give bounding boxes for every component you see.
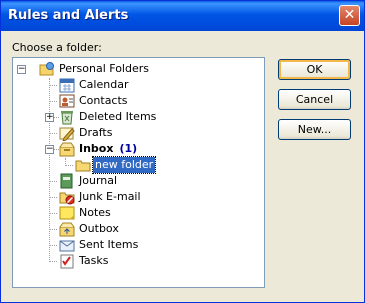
personal-folders-icon bbox=[39, 61, 55, 77]
new-button-label: New... bbox=[297, 123, 332, 136]
collapse-expander[interactable]: − bbox=[17, 65, 26, 74]
ok-button[interactable]: OK bbox=[278, 59, 351, 80]
tree-item-junk-email[interactable]: Junk E-mail bbox=[33, 189, 143, 205]
tree-line bbox=[50, 213, 57, 214]
new-folder-button[interactable]: New... bbox=[278, 119, 351, 140]
tree-item-notes[interactable]: Notes bbox=[33, 205, 113, 221]
tree-item-label: Outbox bbox=[79, 222, 119, 235]
folder-icon bbox=[75, 157, 91, 173]
tree-item-label: Personal Folders bbox=[59, 62, 149, 75]
tree-item-calendar[interactable]: Calendar bbox=[33, 77, 130, 93]
calendar-icon bbox=[59, 77, 75, 93]
tree-item-sent-items[interactable]: Sent Items bbox=[33, 237, 140, 253]
tree-item-label: Contacts bbox=[79, 94, 128, 107]
tree-item-label: Drafts bbox=[79, 126, 113, 139]
tree-item-contacts[interactable]: Contacts bbox=[33, 93, 130, 109]
tree-item-new-folder[interactable]: new folder bbox=[33, 156, 157, 174]
choose-folder-text: Choose a folder: bbox=[12, 41, 102, 54]
tree-item-label: Tasks bbox=[79, 254, 109, 267]
cancel-button[interactable]: Cancel bbox=[278, 89, 351, 110]
tree-item-personal-folders[interactable]: − Personal Folders bbox=[17, 61, 151, 77]
tree-item-journal[interactable]: Journal bbox=[33, 173, 119, 189]
tree-line bbox=[50, 101, 57, 102]
close-button[interactable]: ✕ bbox=[339, 5, 360, 26]
tree-item-label: Journal bbox=[79, 174, 118, 187]
folder-tree[interactable]: − Personal Folders Calendar Contacts + D… bbox=[12, 57, 265, 288]
unread-count-badge: (1) bbox=[119, 142, 138, 155]
tree-line bbox=[66, 165, 73, 166]
title-bar[interactable]: Rules and Alerts ✕ bbox=[1, 1, 364, 31]
tree-item-label: Calendar bbox=[79, 78, 129, 91]
close-icon: ✕ bbox=[343, 7, 356, 23]
drafts-icon bbox=[59, 125, 75, 142]
tree-line bbox=[50, 85, 57, 86]
cancel-button-label: Cancel bbox=[295, 93, 334, 106]
tree-item-label: Inbox bbox=[79, 142, 114, 155]
tree-item-label: Notes bbox=[79, 206, 111, 219]
junk-email-icon bbox=[59, 189, 75, 205]
tree-item-tasks[interactable]: Tasks bbox=[33, 253, 110, 269]
tree-line bbox=[50, 245, 57, 246]
tree-item-deleted-items[interactable]: + Deleted Items bbox=[17, 109, 158, 125]
tree-item-label: Junk E-mail bbox=[79, 190, 141, 203]
inbox-icon bbox=[59, 141, 75, 157]
tree-item-label: Sent Items bbox=[79, 238, 139, 251]
tree-item-inbox[interactable]: − Inbox (1) bbox=[17, 141, 137, 157]
tree-line bbox=[50, 133, 57, 134]
expand-expander[interactable]: + bbox=[45, 113, 54, 122]
outbox-icon bbox=[59, 221, 75, 237]
tree-line bbox=[50, 229, 57, 230]
choose-folder-label: Choose a folder: bbox=[12, 41, 102, 54]
tree-line bbox=[50, 181, 57, 182]
collapse-expander[interactable]: − bbox=[45, 145, 54, 154]
tree-line bbox=[50, 197, 57, 198]
tree-item-outbox[interactable]: Outbox bbox=[33, 221, 121, 237]
tree-item-label: Deleted Items bbox=[79, 110, 157, 123]
ok-button-label: OK bbox=[306, 63, 323, 76]
journal-icon bbox=[59, 173, 75, 189]
sent-items-icon bbox=[59, 237, 75, 253]
window-title: Rules and Alerts bbox=[8, 8, 129, 23]
tasks-icon bbox=[59, 253, 75, 269]
contacts-icon bbox=[59, 93, 75, 109]
rules-and-alerts-dialog: Rules and Alerts ✕ Choose a folder: − Pe… bbox=[0, 0, 365, 303]
tree-item-label: new folder bbox=[91, 156, 157, 174]
tree-item-drafts[interactable]: Drafts bbox=[33, 125, 114, 142]
notes-icon bbox=[59, 205, 75, 221]
tree-line bbox=[50, 261, 57, 262]
deleted-items-icon bbox=[59, 109, 75, 125]
